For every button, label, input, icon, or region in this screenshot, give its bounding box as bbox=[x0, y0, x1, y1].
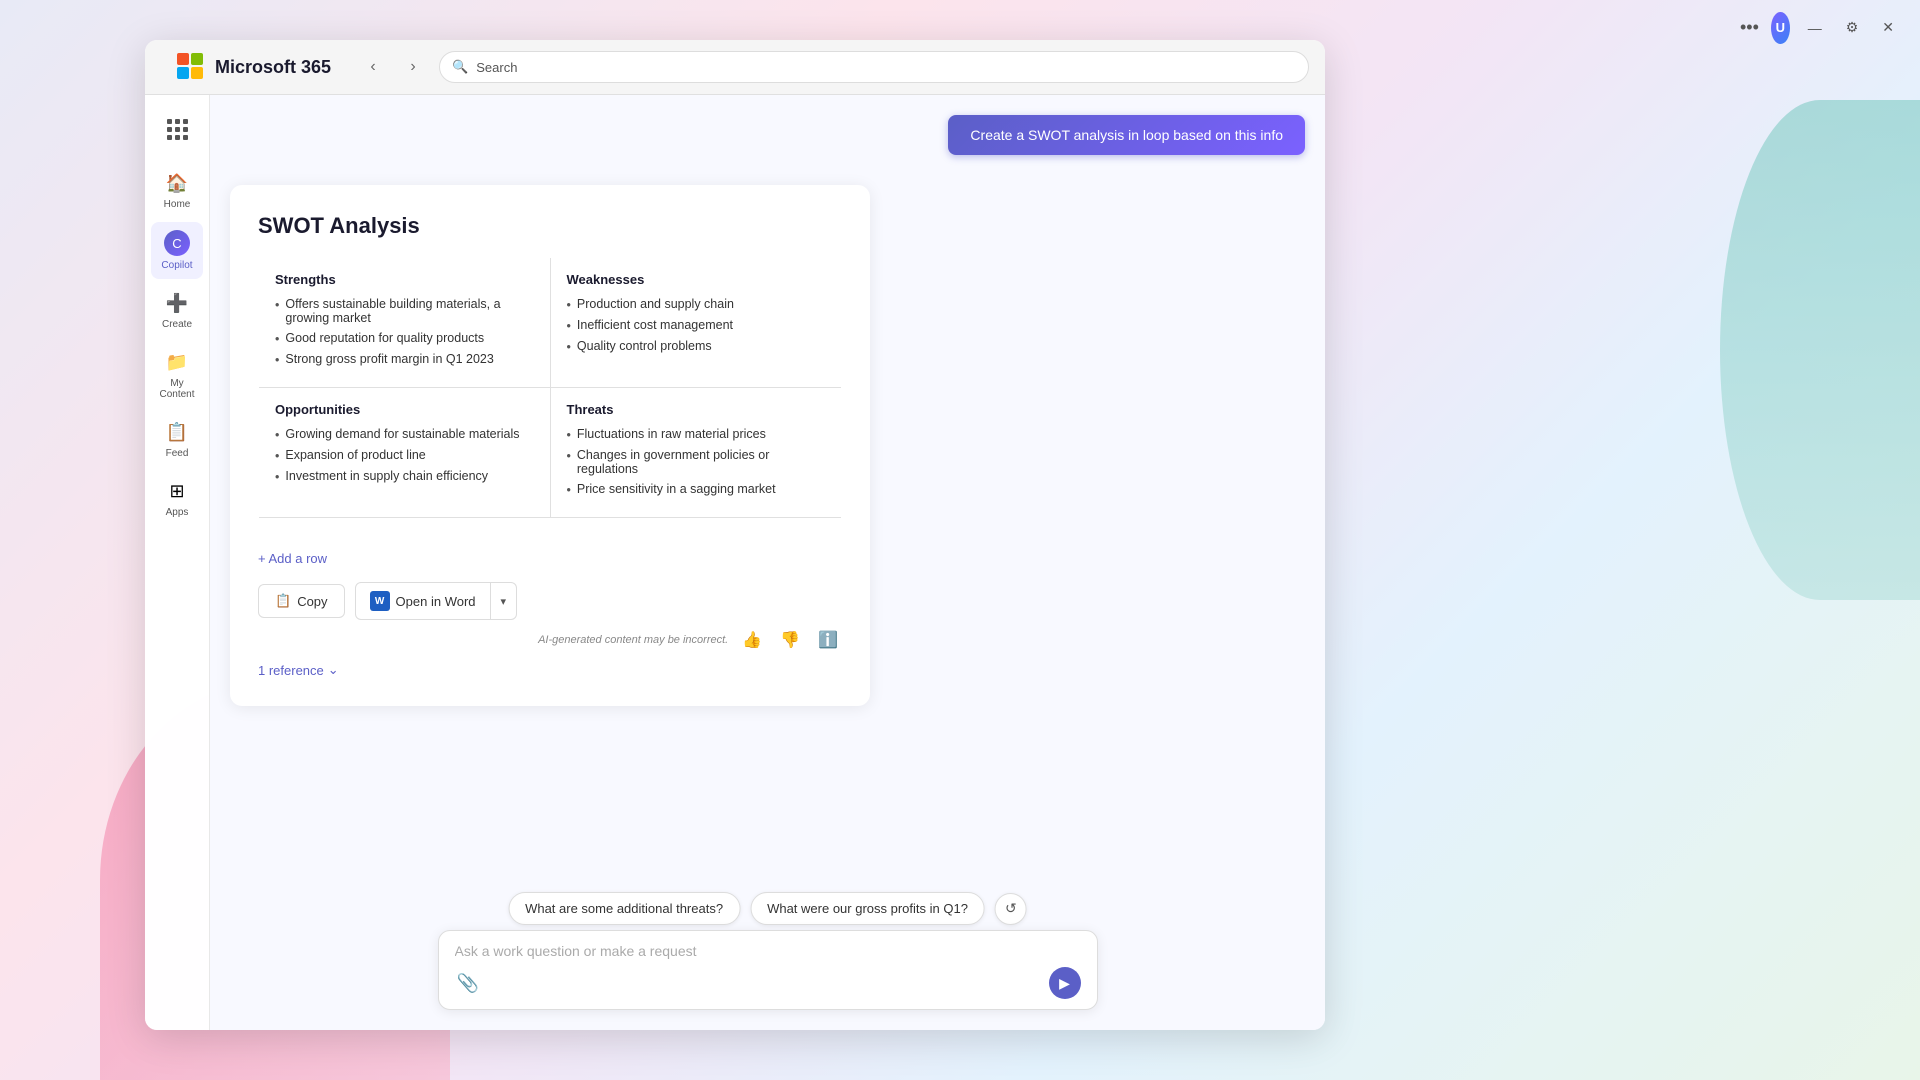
weaknesses-list: • Production and supply chain • Ineffici… bbox=[567, 297, 826, 354]
strengths-heading: Strengths bbox=[275, 272, 534, 287]
apps-icon: ⊞ bbox=[165, 479, 189, 503]
list-item: • Production and supply chain bbox=[567, 297, 826, 312]
open-in-word-dropdown[interactable]: ▾ bbox=[491, 582, 518, 620]
sidebar: 🏠 Home C Copilot ➕ Create 📁 My Content 📋… bbox=[145, 95, 210, 1030]
list-item: • Expansion of product line bbox=[275, 448, 534, 463]
weaknesses-heading: Weaknesses bbox=[567, 272, 826, 287]
sidebar-label-apps: Apps bbox=[166, 507, 189, 518]
open-in-word-button[interactable]: W Open in Word bbox=[355, 582, 491, 620]
feed-icon: 📋 bbox=[165, 420, 189, 444]
strengths-list: • Offers sustainable building materials,… bbox=[275, 297, 534, 367]
app-title: Microsoft 365 bbox=[215, 57, 331, 78]
sidebar-label-feed: Feed bbox=[166, 448, 189, 459]
footer-row: AI-generated content may be incorrect. 👍… bbox=[258, 628, 842, 652]
copy-icon: 📋 bbox=[275, 593, 291, 609]
thumbs-up-button[interactable]: 👍 bbox=[738, 628, 766, 652]
m365-branding: Microsoft 365 bbox=[161, 40, 347, 95]
create-icon: ➕ bbox=[165, 291, 189, 315]
chevron-down-icon: ⌄ bbox=[328, 662, 339, 678]
suggestion-chips: What are some additional threats? What w… bbox=[508, 892, 1027, 925]
reference-label: 1 reference bbox=[258, 663, 324, 678]
threats-heading: Threats bbox=[567, 402, 826, 417]
avatar[interactable]: U bbox=[1771, 12, 1790, 44]
opportunities-list: • Growing demand for sustainable materia… bbox=[275, 427, 534, 484]
sidebar-item-my-content[interactable]: 📁 My Content bbox=[151, 342, 203, 408]
refresh-suggestions-button[interactable]: ↺ bbox=[995, 893, 1027, 925]
content-area: Create a SWOT analysis in loop based on … bbox=[210, 95, 1325, 1030]
sidebar-item-apps[interactable]: ⊞ Apps bbox=[151, 471, 203, 526]
home-icon: 🏠 bbox=[165, 171, 189, 195]
sidebar-item-copilot[interactable]: C Copilot bbox=[151, 222, 203, 279]
m365-logo-icon bbox=[177, 53, 205, 81]
main-layout: 🏠 Home C Copilot ➕ Create 📁 My Content 📋… bbox=[145, 95, 1325, 1030]
swot-opportunities-cell: Opportunities • Growing demand for susta… bbox=[259, 388, 551, 518]
chat-input-footer: 📎 ▶ bbox=[455, 967, 1081, 999]
copilot-icon: C bbox=[164, 230, 190, 256]
suggestion-chip-threats[interactable]: What are some additional threats? bbox=[508, 892, 740, 925]
thumbs-down-button[interactable]: 👎 bbox=[776, 628, 804, 652]
opportunities-heading: Opportunities bbox=[275, 402, 534, 417]
list-item: • Strong gross profit margin in Q1 2023 bbox=[275, 352, 534, 367]
attach-button[interactable]: 📎 bbox=[455, 971, 481, 996]
info-button[interactable]: ℹ️ bbox=[814, 628, 842, 652]
swot-card: SWOT Analysis Strengths • Offers sustain… bbox=[230, 185, 870, 706]
send-icon: ▶ bbox=[1059, 975, 1070, 992]
list-item: • Growing demand for sustainable materia… bbox=[275, 427, 534, 442]
close-button[interactable]: ✕ bbox=[1876, 17, 1900, 38]
minimize-button[interactable]: — bbox=[1802, 18, 1828, 38]
swot-title: SWOT Analysis bbox=[258, 213, 842, 239]
search-icon: 🔍 bbox=[452, 59, 468, 75]
send-button[interactable]: ▶ bbox=[1049, 967, 1081, 999]
list-item: • Changes in government policies or regu… bbox=[567, 448, 826, 476]
list-item: • Quality control problems bbox=[567, 339, 826, 354]
search-bar[interactable]: 🔍 Search bbox=[439, 51, 1309, 83]
sidebar-label-my-content: My Content bbox=[155, 378, 199, 400]
sidebar-apps-button[interactable] bbox=[159, 111, 195, 147]
open-in-word-group: W Open in Word ▾ bbox=[355, 582, 518, 620]
chat-input-area: 📎 ▶ bbox=[438, 930, 1098, 1010]
sidebar-item-feed[interactable]: 📋 Feed bbox=[151, 412, 203, 467]
list-item: • Good reputation for quality products bbox=[275, 331, 534, 346]
browser-toolbar: Microsoft 365 ‹ › 🔍 Search bbox=[145, 40, 1325, 95]
ai-disclaimer: AI-generated content may be incorrect. bbox=[538, 634, 728, 646]
more-options-icon[interactable]: ••• bbox=[1740, 17, 1759, 38]
reference-toggle[interactable]: 1 reference ⌄ bbox=[258, 662, 842, 678]
copy-button[interactable]: 📋 Copy bbox=[258, 584, 345, 618]
create-swot-button[interactable]: Create a SWOT analysis in loop based on … bbox=[948, 115, 1305, 155]
list-item: • Offers sustainable building materials,… bbox=[275, 297, 534, 325]
swot-strengths-cell: Strengths • Offers sustainable building … bbox=[259, 258, 551, 388]
search-text: Search bbox=[476, 60, 517, 75]
sidebar-item-create[interactable]: ➕ Create bbox=[151, 283, 203, 338]
action-buttons: 📋 Copy W Open in Word ▾ bbox=[258, 582, 842, 620]
sidebar-label-copilot: Copilot bbox=[161, 260, 192, 271]
list-item: • Price sensitivity in a sagging market bbox=[567, 482, 826, 497]
back-button[interactable]: ‹ bbox=[359, 53, 387, 81]
list-item: • Fluctuations in raw material prices bbox=[567, 427, 826, 442]
add-row-button[interactable]: + Add a row bbox=[258, 551, 842, 566]
settings-button[interactable]: ⚙ bbox=[1840, 17, 1865, 38]
chat-input[interactable] bbox=[455, 943, 1081, 959]
swot-table: Strengths • Offers sustainable building … bbox=[258, 257, 842, 539]
threats-list: • Fluctuations in raw material prices • … bbox=[567, 427, 826, 497]
word-icon: W bbox=[370, 591, 390, 611]
my-content-icon: 📁 bbox=[165, 350, 189, 374]
swot-threats-cell: Threats • Fluctuations in raw material p… bbox=[550, 388, 842, 518]
sidebar-label-home: Home bbox=[164, 199, 191, 210]
apps-grid-icon bbox=[167, 119, 188, 140]
forward-button[interactable]: › bbox=[399, 53, 427, 81]
bg-decoration-teal bbox=[1720, 100, 1920, 600]
sidebar-label-create: Create bbox=[162, 319, 192, 330]
sidebar-item-home[interactable]: 🏠 Home bbox=[151, 163, 203, 218]
swot-weaknesses-cell: Weaknesses • Production and supply chain… bbox=[550, 258, 842, 388]
window-controls: ••• U — ⚙ ✕ bbox=[1720, 0, 1920, 55]
suggestion-chip-profits[interactable]: What were our gross profits in Q1? bbox=[750, 892, 985, 925]
browser-window: Microsoft 365 ‹ › 🔍 Search 🏠 Home bbox=[145, 40, 1325, 1030]
list-item: • Investment in supply chain efficiency bbox=[275, 469, 534, 484]
list-item: • Inefficient cost management bbox=[567, 318, 826, 333]
